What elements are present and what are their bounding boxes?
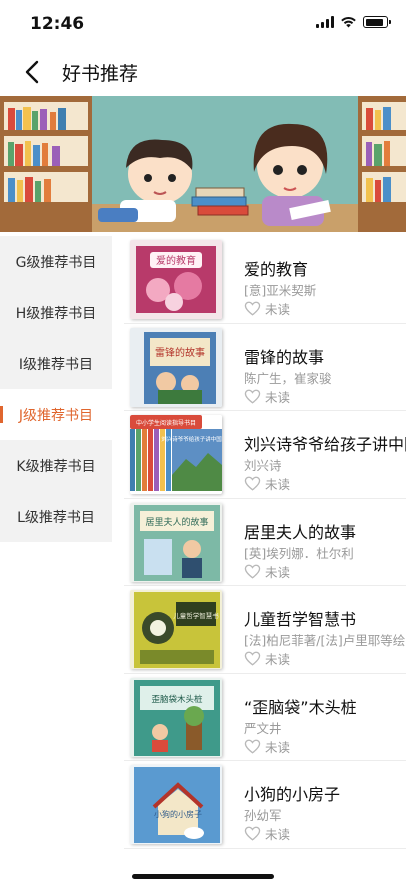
heart-outline-icon <box>244 739 261 754</box>
book-row-zhongguo-dili[interactable]: 中小学生阅读指导书目 刘兴诗爷爷给孩子讲中国地理 刘兴诗爷爷给孩子讲中国地理 刘… <box>124 411 406 499</box>
book-cover: 儿童哲学智慧书 <box>130 590 222 669</box>
read-status[interactable]: 未读 <box>244 649 290 668</box>
sidebar-item-h-level[interactable]: H级推荐书目 <box>0 287 112 338</box>
read-status[interactable]: 未读 <box>244 824 290 843</box>
read-status[interactable]: 未读 <box>244 562 290 581</box>
book-author: [意]亚米契斯 <box>244 283 317 298</box>
sidebar-item-k-level[interactable]: K级推荐书目 <box>0 440 112 491</box>
heart-outline-icon <box>244 564 261 579</box>
back-button[interactable] <box>16 56 48 88</box>
book-row-xiaogou-de-xiaofangzi[interactable]: 小狗的小房子 小狗的小房子 孙幼军 未读 <box>124 761 406 849</box>
status-text: 未读 <box>265 477 291 492</box>
book-cover: 中小学生阅读指导书目 刘兴诗爷爷给孩子讲中国地理 <box>130 415 222 494</box>
cover-title: 雷锋的故事 <box>155 346 205 359</box>
sidebar-item-label: K级推荐书目 <box>16 458 96 475</box>
sidebar-item-j-level[interactable]: J级推荐书目 <box>0 389 112 440</box>
read-status[interactable]: 未读 <box>244 737 290 756</box>
sidebar-item-label: G级推荐书目 <box>15 254 97 271</box>
battery-icon <box>363 16 391 28</box>
book-title: “歪脑袋”木头桩 <box>244 697 357 717</box>
sidebar-item-label: I级推荐书目 <box>18 356 94 373</box>
book-author: [法]柏尼菲著/[法]卢里耶等绘 <box>244 633 406 648</box>
cover-badge: 中小学生阅读指导书目 <box>136 419 196 427</box>
book-cover: 歪脑袋木头桩 <box>130 677 222 757</box>
heart-outline-icon <box>244 389 261 404</box>
book-author: 严文井 <box>244 720 282 736</box>
book-title: 儿童哲学智慧书 <box>244 610 357 629</box>
cover-title: 居里夫人的故事 <box>145 516 208 528</box>
book-author: 刘兴诗 <box>244 458 282 473</box>
cover-title: 歪脑袋木头桩 <box>151 694 203 705</box>
status-text: 未读 <box>265 389 291 405</box>
book-row-ertong-zhexue[interactable]: 儿童哲学智慧书 儿童哲学智慧书 [法]柏尼菲著/[法]卢里耶等绘 未读 <box>124 586 406 674</box>
book-title: 刘兴诗爷爷给孩子讲中国地理 <box>244 435 406 454</box>
home-indicator <box>132 874 274 879</box>
level-sidebar: G级推荐书目 H级推荐书目 I级推荐书目 J级推荐书目 K级推荐书目 L级推荐书… <box>0 236 112 542</box>
book-cover: 居里夫人的故事 <box>130 502 222 582</box>
cover-title: 儿童哲学智慧书 <box>173 611 219 620</box>
sidebar-item-g-level[interactable]: G级推荐书目 <box>0 236 112 287</box>
sidebar-item-label: L级推荐书目 <box>17 509 95 526</box>
sidebar-item-label: H级推荐书目 <box>15 305 97 322</box>
book-title: 爱的教育 <box>244 260 309 279</box>
book-row-wainaodai-mutouzhuang[interactable]: 歪脑袋木头桩 “歪脑袋”木头桩 严文井 未读 <box>124 674 406 761</box>
sidebar-item-l-level[interactable]: L级推荐书目 <box>0 491 112 542</box>
status-text: 未读 <box>265 564 291 580</box>
read-status[interactable]: 未读 <box>244 299 290 318</box>
read-status[interactable]: 未读 <box>244 474 290 493</box>
book-row-leifeng-de-gushi[interactable]: 雷锋的故事 雷锋的故事 陈广生，崔家骏 未读 <box>124 324 406 411</box>
cover-title: 刘兴诗爷爷给孩子讲中国地理 <box>161 435 222 443</box>
sidebar-item-i-level[interactable]: I级推荐书目 <box>0 338 112 389</box>
nav-bar: 好书推荐 <box>0 46 406 96</box>
book-title: 雷锋的故事 <box>244 347 325 367</box>
book-author: 孙幼军 <box>244 808 282 823</box>
status-text: 未读 <box>265 827 291 842</box>
wifi-icon <box>341 17 356 28</box>
book-cover: 小狗的小房子 <box>130 765 222 844</box>
heart-outline-icon <box>244 301 261 316</box>
book-cover: 爱的教育 <box>130 240 222 319</box>
book-list: 爱的教育 爱的教育 [意]亚米契斯 未读 雷锋的故事 雷锋的故事 陈广生，崔家骏… <box>124 236 406 849</box>
status-time: 12:46 <box>30 14 85 34</box>
status-bar: 12:46 <box>0 0 406 46</box>
book-row-juli-furen[interactable]: 居里夫人的故事 居里夫人的故事 [英]埃列娜．杜尔利 未读 <box>124 499 406 586</box>
heart-outline-icon <box>244 476 261 491</box>
book-title: 小狗的小房子 <box>244 785 341 804</box>
read-status[interactable]: 未读 <box>244 387 290 406</box>
heart-outline-icon <box>244 651 261 666</box>
book-author: 陈广生，崔家骏 <box>244 370 332 386</box>
banner-illustration <box>0 96 406 232</box>
sidebar-item-label: J级推荐书目 <box>18 407 94 424</box>
book-title: 居里夫人的故事 <box>244 522 357 542</box>
heart-outline-icon <box>244 826 261 841</box>
chevron-left-icon <box>25 60 39 84</box>
book-row-ai-de-jiaoyu[interactable]: 爱的教育 爱的教育 [意]亚米契斯 未读 <box>124 236 406 324</box>
cover-title: 小狗的小房子 <box>154 809 202 819</box>
book-cover: 雷锋的故事 <box>130 327 222 407</box>
status-text: 未读 <box>265 302 291 317</box>
signal-icon <box>316 16 334 28</box>
status-icons <box>316 16 391 28</box>
status-text: 未读 <box>265 652 291 667</box>
status-text: 未读 <box>265 739 291 755</box>
cover-title: 爱的教育 <box>156 254 196 267</box>
page-title: 好书推荐 <box>62 63 139 85</box>
book-author: [英]埃列娜．杜尔利 <box>244 545 354 561</box>
